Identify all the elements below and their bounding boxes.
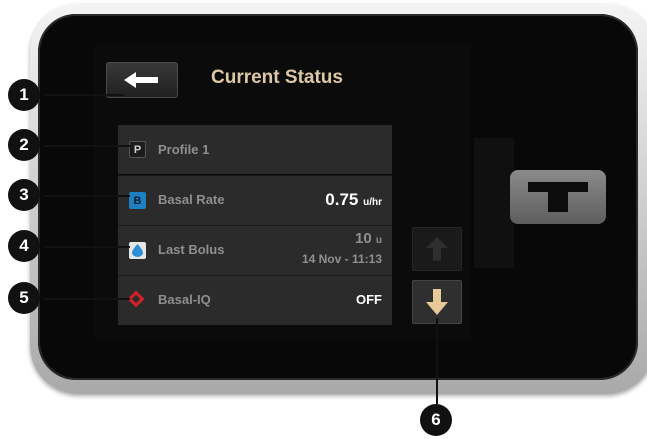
basal-rate-number: 0.75 bbox=[325, 190, 359, 209]
callout-6-leader bbox=[436, 318, 438, 404]
arrow-down-icon bbox=[426, 289, 448, 315]
arrow-left-icon bbox=[124, 72, 158, 88]
list-item-basal-rate[interactable]: B Basal Rate 0.75 u/hr bbox=[118, 175, 392, 225]
screen-on-button[interactable] bbox=[510, 170, 606, 224]
list-item-last-bolus[interactable]: Last Bolus 10 u 14 Nov - 11:13 bbox=[118, 225, 392, 275]
drop-icon bbox=[129, 242, 146, 259]
basal-iq-label: Basal-IQ bbox=[158, 292, 211, 307]
arrow-up-icon bbox=[426, 237, 448, 261]
last-bolus-number: 10 bbox=[355, 230, 372, 247]
scroll-up-button[interactable] bbox=[412, 227, 462, 271]
basal-rate-label: Basal Rate bbox=[158, 192, 225, 207]
screen-edge bbox=[474, 138, 514, 268]
basal-iq-diamond-icon bbox=[127, 290, 145, 308]
list-item-basal-iq[interactable]: Basal-IQ OFF bbox=[118, 275, 392, 325]
profile-p-icon: P bbox=[129, 141, 146, 158]
basal-iq-value: OFF bbox=[356, 292, 382, 307]
callout-6: 6 bbox=[420, 404, 452, 436]
callout-3-leader bbox=[44, 195, 130, 197]
basal-rate-value: 0.75 u/hr bbox=[325, 190, 382, 210]
callout-1: 1 bbox=[8, 79, 40, 111]
callout-4: 4 bbox=[8, 230, 40, 262]
basal-rate-unit: u/hr bbox=[363, 197, 382, 208]
basal-b-icon: B bbox=[129, 192, 146, 209]
last-bolus-value: 10 u bbox=[355, 230, 382, 247]
last-bolus-timestamp: 14 Nov - 11:13 bbox=[301, 252, 382, 266]
callout-2: 2 bbox=[8, 129, 40, 161]
profile-label: Profile 1 bbox=[158, 142, 210, 157]
callout-2-leader bbox=[44, 145, 130, 147]
last-bolus-label: Last Bolus bbox=[158, 242, 225, 257]
callout-4-leader bbox=[44, 246, 130, 248]
callout-1-leader bbox=[44, 94, 124, 96]
last-bolus-unit: u bbox=[375, 235, 382, 246]
callout-3: 3 bbox=[8, 179, 40, 211]
callout-5-leader bbox=[44, 298, 130, 300]
back-button[interactable] bbox=[106, 62, 178, 98]
list-item-profile[interactable]: P Profile 1 bbox=[118, 125, 392, 174]
page-title: Current Status bbox=[211, 67, 343, 88]
callout-5: 5 bbox=[8, 282, 40, 314]
